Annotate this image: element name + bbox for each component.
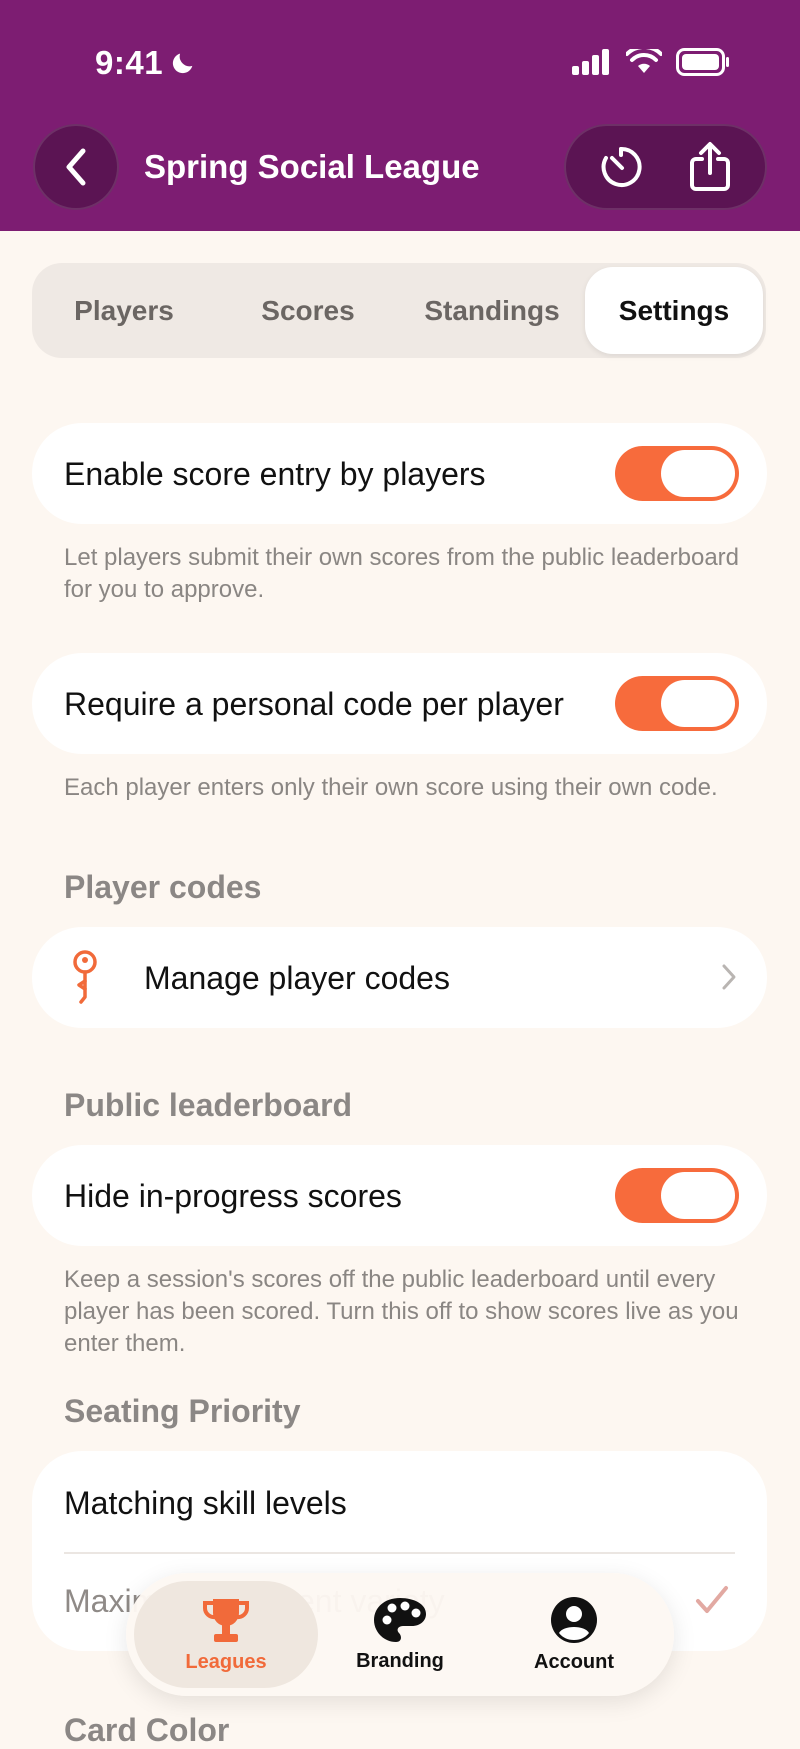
tab-leagues[interactable]: Leagues (134, 1581, 318, 1688)
account-icon (551, 1597, 597, 1643)
personal-code-row: Require a personal code per player (32, 653, 767, 754)
toggle-knob (661, 680, 735, 727)
tab-settings[interactable]: Settings (585, 267, 763, 354)
card-color-section-title: Card Color (64, 1712, 230, 1748)
score-entry-label: Enable score entry by players (64, 456, 486, 492)
trophy-icon (202, 1599, 250, 1642)
cellular-signal-icon (572, 49, 609, 75)
share-icon (690, 142, 730, 191)
back-button[interactable] (33, 124, 119, 210)
key-icon (73, 950, 97, 1004)
tab-standings[interactable]: Standings (400, 263, 584, 358)
bottom-tab-bar: Leagues Branding Account (126, 1573, 674, 1696)
timer-icon (601, 146, 642, 187)
battery-icon (676, 48, 729, 76)
status-indicators (572, 48, 730, 76)
toggle-knob (661, 450, 735, 497)
tab-branding-label: Branding (356, 1650, 444, 1672)
checkmark-icon (696, 1586, 728, 1613)
share-button[interactable] (667, 124, 753, 210)
hide-in-progress-help: Keep a session's scores off the public l… (64, 1266, 739, 1357)
toggle-knob (661, 1172, 735, 1219)
tab-account-label: Account (534, 1651, 614, 1673)
tab-account[interactable]: Account (482, 1581, 666, 1688)
hide-in-progress-row: Hide in-progress scores (32, 1145, 767, 1246)
option-matching-skill[interactable]: Matching skill levels (64, 1485, 347, 1522)
timer-button[interactable] (578, 124, 664, 210)
wifi-icon (626, 49, 662, 73)
app-header: 9:41 Spring Social League (0, 0, 800, 231)
personal-code-help: Each player enters only their own score … (64, 774, 718, 801)
tab-scores[interactable]: Scores (216, 263, 400, 358)
hide-in-progress-label: Hide in-progress scores (64, 1178, 402, 1214)
score-entry-toggle[interactable] (615, 446, 739, 501)
manage-player-codes-label: Manage player codes (144, 960, 450, 996)
option-divider (64, 1552, 735, 1554)
header-actions (564, 124, 767, 210)
page-title: Spring Social League (144, 148, 480, 185)
score-entry-help: Let players submit their own scores from… (64, 544, 739, 603)
score-entry-row: Enable score entry by players (32, 423, 767, 524)
palette-icon (374, 1598, 426, 1642)
moon-icon (172, 53, 193, 74)
personal-code-toggle[interactable] (615, 676, 739, 731)
player-codes-section-title: Player codes (64, 869, 262, 905)
tab-players[interactable]: Players (32, 263, 216, 358)
public-leaderboard-section-title: Public leaderboard (64, 1087, 353, 1123)
manage-player-codes-row[interactable]: Manage player codes (32, 927, 767, 1028)
status-time: 9:41 (95, 44, 197, 82)
tab-branding[interactable]: Branding (308, 1581, 492, 1688)
clock-text: 9:41 (95, 44, 164, 81)
hide-in-progress-toggle[interactable] (615, 1168, 739, 1223)
chevron-right-icon (722, 964, 736, 990)
personal-code-label: Require a personal code per player (64, 686, 564, 722)
tab-leagues-label: Leagues (185, 1651, 267, 1673)
seating-priority-section-title: Seating Priority (64, 1393, 301, 1429)
chevron-left-icon (66, 148, 86, 186)
section-tabs: Players Scores Standings Settings (32, 263, 766, 358)
